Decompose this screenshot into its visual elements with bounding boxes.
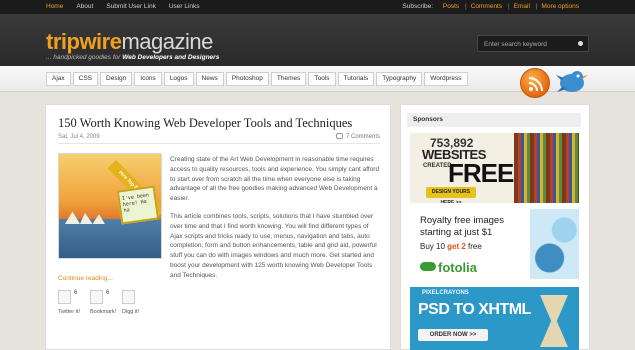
fotolia-logo: fotolia (420, 260, 477, 275)
social-bookmark[interactable]: 6 Bookmark! (90, 290, 120, 315)
nav-item-news[interactable]: News (195, 72, 224, 86)
subscribe-posts-link[interactable]: Posts (443, 3, 459, 10)
twitter-count: 6 (74, 290, 78, 296)
top-links: Home About Submit User Link User Links (46, 3, 213, 10)
ad-books-image (514, 133, 579, 203)
top-link-about[interactable]: About (76, 3, 93, 10)
divider: | (535, 3, 538, 10)
sponsors-heading: Sponsors (407, 113, 581, 127)
fotolia-brand: fotolia (438, 260, 477, 275)
nav-item-themes[interactable]: Themes (270, 72, 307, 86)
search-input[interactable] (484, 39, 574, 49)
sidebar: Sponsors 753,892 WEBSITES CREATED FREE D… (400, 104, 590, 350)
nav-item-design[interactable]: Design (100, 72, 133, 86)
sponsor-ad-websites[interactable]: 753,892 WEBSITES CREATED FREE DESIGN YOU… (410, 133, 579, 203)
logo-part-tripwire: tripwire (46, 29, 122, 54)
search-box (477, 35, 589, 52)
digg-icon (122, 290, 135, 304)
order-now-button[interactable]: ORDER NOW >> (418, 329, 488, 341)
ad-fotolia-offer: Buy 10 get 2 free (420, 242, 482, 251)
post-thumbnail[interactable]: Hire Top Developers I've been here! Ha h… (58, 153, 162, 259)
ad-swirl-image (530, 209, 579, 279)
tagline-prefix: ... handpicked goodies for (46, 54, 123, 61)
design-yours-button[interactable]: DESIGN YOURS HERE >> (426, 187, 476, 203)
tagline-bold: Web Developers and Designers (122, 54, 220, 61)
divider: | (507, 3, 510, 10)
subscribe-label: Subscribe: (402, 3, 434, 10)
bookmark-count: 6 (106, 290, 110, 296)
post-title[interactable]: 150 Worth Knowing Web Developer Tools an… (58, 116, 352, 131)
post-excerpt: Creating state of the Art Web Developmen… (170, 155, 382, 289)
post-comments-count: 7 Comments (345, 134, 380, 140)
post-card: 150 Worth Knowing Web Developer Tools an… (45, 104, 391, 350)
digg-it-label: Digg it! (122, 309, 140, 315)
bookmark-icon (90, 290, 103, 304)
ad-fotolia-line1: Royalty free images (420, 215, 504, 226)
top-bar: Home About Submit User Link User Links S… (0, 0, 635, 14)
nav-item-photoshop[interactable]: Photoshop (225, 72, 269, 86)
thumbnail-card: I've been here! Ha ha (116, 185, 160, 225)
rss-feed-icon[interactable] (520, 68, 550, 98)
social-twitter[interactable]: 6 Twitter it! (58, 290, 88, 315)
logo-part-magazine: magazine (121, 29, 213, 54)
divider (58, 143, 380, 144)
sponsor-ad-pixelcrayons[interactable]: PIXELCRAYONS PSD TO XHTML ORDER NOW >> (410, 287, 579, 350)
bookmark-label: Bookmark! (90, 309, 117, 315)
site-header: tripwiremagazine ... handpicked goodies … (0, 14, 635, 66)
subscribe-comments-link[interactable]: Comments (471, 3, 502, 10)
ad-free-label: FREE (448, 158, 514, 188)
twitter-bird-icon[interactable] (555, 66, 589, 96)
continue-reading-link[interactable]: Continue reading... (58, 275, 113, 282)
nav-item-ajax[interactable]: Ajax (46, 72, 71, 86)
subscribe-email-link[interactable]: Email (514, 3, 530, 10)
rss-glyph-icon (528, 77, 543, 92)
post-date: Sat, Jul 4, 2009 (58, 134, 100, 140)
psd-to-xhtml-headline: PSD TO XHTML (418, 301, 531, 318)
top-link-user-links[interactable]: User Links (169, 3, 200, 10)
excerpt-paragraph: This article combines tools, scripts, so… (170, 212, 377, 279)
top-link-submit-user-link[interactable]: Submit User Link (106, 3, 156, 10)
twitter-icon (58, 290, 71, 304)
site-tagline: ... handpicked goodies for Web Developer… (46, 54, 219, 61)
nav-item-tutorials[interactable]: Tutorials (337, 72, 375, 86)
nav-item-typography[interactable]: Typography (376, 72, 423, 86)
twitter-it-label: Twitter it! (58, 309, 81, 315)
sponsor-ad-fotolia[interactable]: Royalty free images starting at just $1 … (410, 209, 579, 279)
nav-item-css[interactable]: CSS (72, 72, 99, 86)
offer-suffix: free (465, 242, 482, 251)
ad-fotolia-line2: starting at just $1 (420, 227, 493, 238)
offer-bold: get 2 (447, 242, 466, 251)
search-submit-icon[interactable] (578, 41, 583, 46)
subscribe-links: Subscribe: Posts | Comments | Email | More … (402, 3, 579, 10)
hourglass-icon (540, 295, 568, 347)
fotolia-logo-icon (420, 262, 436, 271)
top-link-home[interactable]: Home (46, 3, 63, 10)
subscribe-more-options-link[interactable]: More options (541, 3, 579, 10)
excerpt-paragraph: Creating state of the Art Web Developmen… (170, 156, 380, 203)
comment-bubble-icon (335, 133, 343, 139)
post-comments-link[interactable]: 7 Comments (335, 133, 380, 140)
opera-house-shape (65, 211, 115, 224)
nav-item-tools[interactable]: Tools (308, 72, 336, 86)
nav-item-wordpress[interactable]: Wordpress (424, 72, 468, 86)
nav-item-logos[interactable]: Logos (163, 72, 194, 86)
pixelcrayons-brand: PIXELCRAYONS (422, 290, 469, 296)
social-digg[interactable]: Digg it! (122, 290, 152, 315)
offer-prefix: Buy 10 (420, 242, 448, 251)
site-logo[interactable]: tripwiremagazine (46, 29, 213, 55)
nav-item-icons[interactable]: Icons (134, 72, 162, 86)
divider: | (464, 3, 467, 10)
